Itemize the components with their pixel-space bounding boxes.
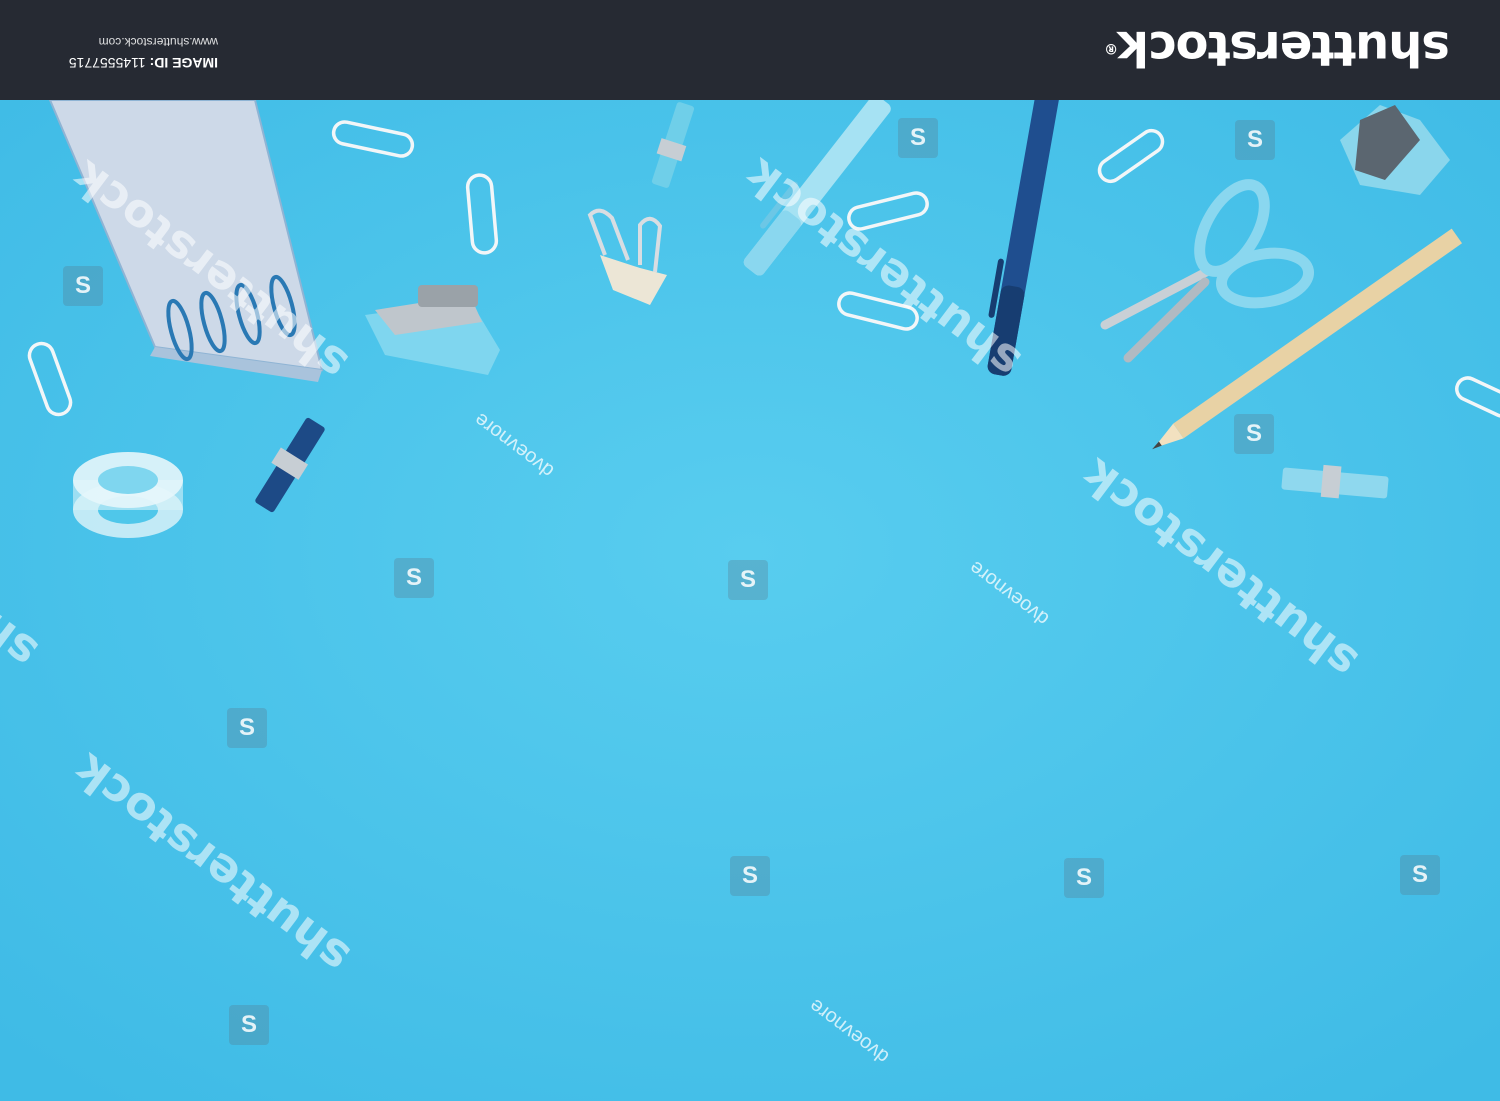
brand-registered-mark: ® [1105, 40, 1119, 56]
watermark-logo-icon: S [730, 856, 770, 896]
watermark-logo-icon: S [1400, 855, 1440, 895]
watermark-logo-icon: S [1064, 858, 1104, 898]
watermark-logo-icon: S [898, 118, 938, 158]
watermark-logo-icon: S [227, 708, 267, 748]
site-url: www.shutterstock.com [98, 35, 218, 49]
brand-text: shutterstock [1118, 20, 1450, 76]
watermark-logo-icon: S [229, 1005, 269, 1045]
tape-roll [73, 452, 183, 538]
watermark-logo-icon: S [1235, 120, 1275, 160]
image-meta: IMAGE ID: 1145557715 www.shutterstock.co… [48, 22, 218, 74]
watermark-logo-icon: S [394, 558, 434, 598]
shutterstock-banner: shutterstock® IMAGE ID: 1145557715 www.s… [0, 0, 1500, 100]
watermark-logo-icon: S [63, 266, 103, 306]
watermark-logo-icon: S [1234, 414, 1274, 454]
watermark-logo-icon: S [728, 560, 768, 600]
shutterstock-logo: shutterstock® [1105, 18, 1450, 78]
image-id-label: IMAGE ID: [149, 55, 218, 71]
image-id: 1145557715 [68, 55, 146, 71]
